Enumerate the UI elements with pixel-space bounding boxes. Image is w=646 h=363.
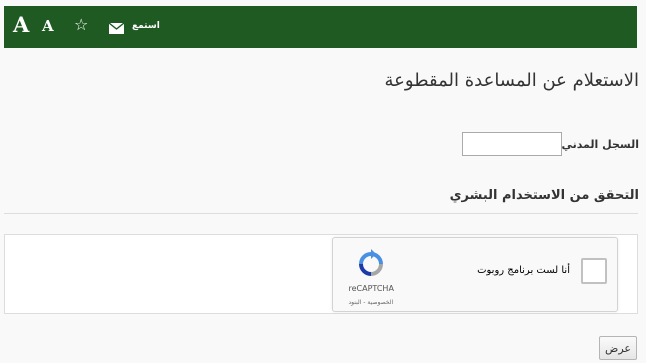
- recaptcha-brand: reCAPTCHA: [348, 284, 394, 293]
- envelope-icon[interactable]: [108, 19, 125, 34]
- civil-record-label: السجل المدني *: [552, 138, 639, 151]
- star-icon[interactable]: ☆: [74, 15, 88, 35]
- human-verification-title: التحقق من الاستخدام البشري: [449, 188, 639, 203]
- decrease-font-button[interactable]: A: [42, 16, 54, 36]
- increase-font-button[interactable]: A: [13, 11, 29, 39]
- recaptcha-logo-icon: [355, 248, 387, 280]
- recaptcha-terms-link[interactable]: الخصوصية - البنود: [349, 299, 394, 306]
- recaptcha-widget: أنا لست برنامج روبوت reCAPTCHA الخصوصية …: [332, 237, 618, 312]
- civil-record-label-text: السجل المدني: [561, 138, 639, 151]
- page-title: الاستعلام عن المساعدة المقطوعة: [384, 70, 639, 91]
- recaptcha-label: أنا لست برنامج روبوت: [477, 265, 570, 276]
- top-toolbar: A A ☆ استمع: [4, 6, 637, 48]
- submit-button[interactable]: عرض: [599, 336, 637, 360]
- civil-record-input[interactable]: [462, 132, 562, 156]
- listen-button[interactable]: استمع: [132, 20, 160, 32]
- section-divider: [4, 213, 638, 214]
- recaptcha-checkbox[interactable]: [581, 258, 607, 284]
